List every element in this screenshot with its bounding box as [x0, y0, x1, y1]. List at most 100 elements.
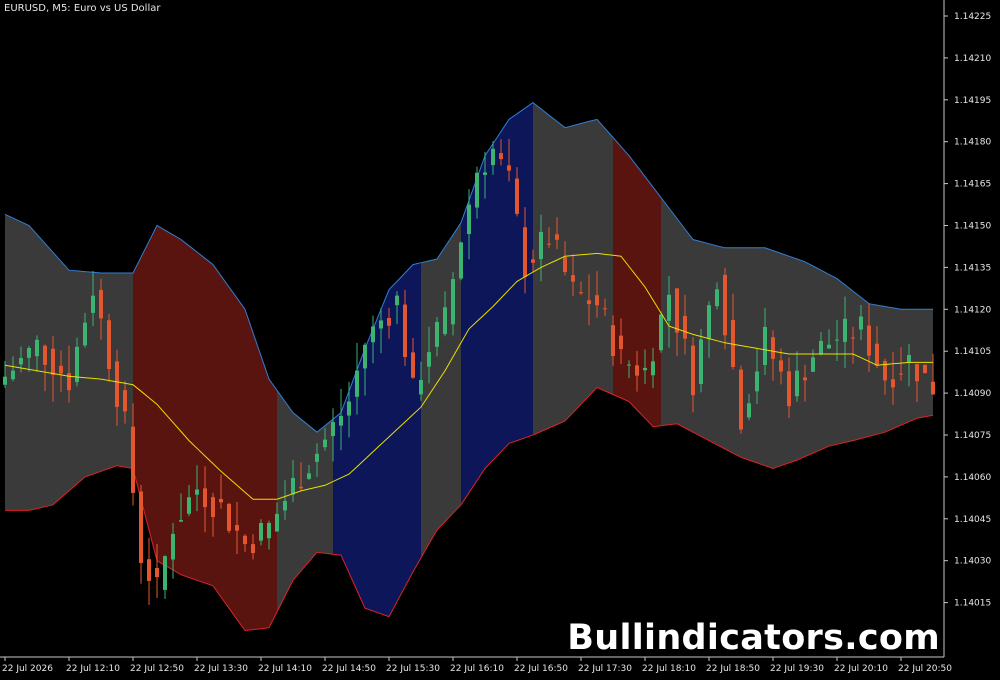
x-tick-label: 22 Jul 18:10	[642, 664, 696, 674]
candle-bull	[19, 358, 23, 365]
candle-bear	[59, 365, 63, 374]
candle-bear	[219, 498, 223, 503]
candle-bear	[131, 426, 135, 493]
candle-bear	[555, 234, 559, 240]
x-tick-label: 22 Jul 20:10	[834, 664, 888, 674]
candle-bull	[483, 172, 487, 175]
candle-bull	[451, 279, 455, 325]
candle-bear	[787, 371, 791, 407]
candle-bear	[571, 275, 575, 282]
candle-bull	[819, 340, 823, 355]
candle-bear	[211, 497, 215, 517]
x-tick-label: 22 Jul 2026	[2, 664, 53, 674]
candle-bear	[923, 364, 927, 374]
y-tick-label: 1.14165	[954, 180, 991, 190]
candle-bull	[491, 148, 495, 166]
y-tick-label: 1.14090	[954, 389, 991, 399]
candle-bull	[195, 489, 199, 495]
candle-bull	[339, 415, 343, 426]
candle-bear	[43, 345, 47, 365]
candle-bull	[427, 352, 431, 367]
candle-bull	[83, 322, 87, 346]
candle-bull	[539, 231, 543, 260]
candle-bear	[387, 318, 391, 326]
candle-bear	[723, 274, 727, 336]
candle-bull	[459, 242, 463, 279]
candle-bull	[443, 307, 447, 334]
x-tick-label: 22 Jul 15:30	[386, 664, 440, 674]
x-tick-label: 22 Jul 12:10	[66, 664, 120, 674]
x-tick-label: 22 Jul 19:30	[770, 664, 824, 674]
candle-bear	[251, 544, 255, 553]
candle-bear	[235, 525, 239, 531]
candle-bear	[915, 364, 919, 382]
candle-bear	[515, 178, 519, 214]
candle-bull	[187, 497, 191, 514]
y-tick-label: 1.14120	[954, 305, 991, 315]
y-tick-label: 1.14210	[954, 54, 991, 64]
candle-bear	[603, 308, 607, 310]
candle-bull	[371, 326, 375, 343]
candle-bear	[771, 337, 775, 359]
candle-bull	[627, 364, 631, 366]
band-zone-neutral	[661, 197, 933, 469]
candle-bull	[291, 478, 295, 495]
y-tick-label: 1.14030	[954, 557, 991, 567]
band-zone-bull	[461, 102, 533, 505]
y-tick-label: 1.14105	[954, 347, 991, 357]
candle-bear	[411, 352, 415, 378]
candle-bear	[875, 343, 879, 366]
x-tick-label: 22 Jul 17:30	[578, 664, 632, 674]
candle-bull	[91, 295, 95, 313]
candle-bull	[699, 339, 703, 384]
candle-bear	[115, 361, 119, 407]
candle-bear	[507, 165, 511, 171]
candle-bull	[795, 370, 799, 397]
candle-bear	[123, 390, 127, 412]
candle-bear	[403, 304, 407, 357]
candle-bull	[307, 473, 311, 479]
candle-bull	[747, 403, 751, 418]
candle-bear	[203, 488, 207, 508]
candle-bear	[675, 288, 679, 333]
candle-bear	[531, 259, 535, 263]
x-tick-label: 22 Jul 20:50	[898, 664, 952, 674]
y-tick-label: 1.14135	[954, 263, 991, 273]
candle-bull	[27, 348, 31, 358]
x-tick-label: 22 Jul 16:50	[514, 664, 568, 674]
x-tick-label: 22 Jul 13:30	[194, 664, 248, 674]
candle-bear	[595, 295, 599, 306]
candle-bear	[563, 257, 567, 272]
candle-bull	[363, 344, 367, 369]
candle-bull	[715, 289, 719, 307]
candle-bear	[635, 365, 639, 376]
candle-bull	[267, 523, 271, 539]
candle-bull	[755, 371, 759, 392]
candle-bull	[259, 523, 263, 541]
y-tick-label: 1.14195	[954, 96, 991, 106]
candle-bull	[347, 401, 351, 416]
candle-bear	[523, 227, 527, 277]
x-tick-label: 22 Jul 12:50	[130, 664, 184, 674]
candle-bear	[891, 379, 895, 388]
candle-bull	[811, 357, 815, 372]
candle-bull	[3, 376, 7, 385]
x-tick-label: 22 Jul 18:50	[706, 664, 760, 674]
candle-bull	[379, 320, 383, 329]
candle-bull	[835, 339, 839, 341]
candle-bull	[283, 500, 287, 511]
candle-bull	[355, 370, 359, 397]
candle-bear	[611, 325, 615, 356]
candle-bull	[323, 439, 327, 448]
candle-bull	[659, 314, 663, 351]
candle-bull	[763, 326, 767, 365]
candle-bear	[619, 335, 623, 349]
y-tick-label: 1.14150	[954, 222, 991, 232]
candle-bull	[315, 453, 319, 462]
candle-bear	[243, 535, 247, 545]
candle-bull	[707, 305, 711, 339]
candle-bull	[843, 318, 847, 342]
candle-bear	[139, 491, 143, 563]
band-zone-bull	[333, 262, 421, 617]
candle-bear	[499, 153, 503, 160]
